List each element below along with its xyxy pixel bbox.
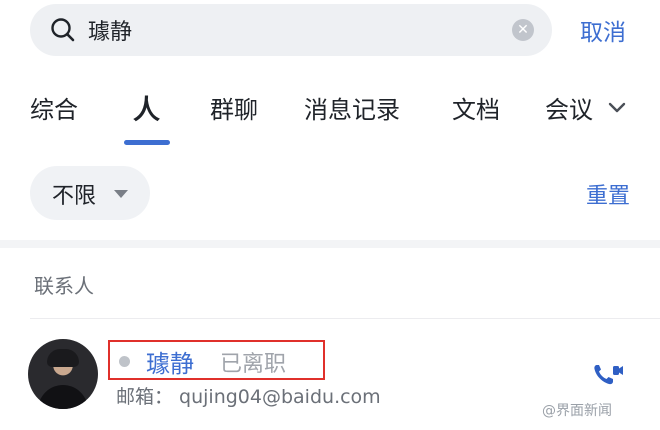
presence-status-dot	[119, 356, 130, 367]
caret-down-icon	[114, 190, 128, 198]
filter-dropdown[interactable]: 不限	[30, 166, 150, 220]
tab-message-history[interactable]: 消息记录	[304, 90, 400, 125]
avatar	[28, 339, 98, 409]
section-title: 联系人	[34, 274, 94, 298]
highlight-annotation-box	[108, 340, 325, 380]
tab-meetings[interactable]: 会议	[545, 90, 597, 125]
reset-button[interactable]: 重置	[586, 178, 630, 210]
clear-search-icon[interactable]: ✕	[512, 19, 534, 41]
tab-people[interactable]: 人	[133, 88, 160, 127]
tab-comprehensive[interactable]: 综合	[30, 90, 78, 125]
search-icon	[51, 18, 75, 42]
tab-group-chats[interactable]: 群聊	[210, 90, 258, 125]
resigned-status-tag: 已离职	[220, 352, 287, 377]
active-tab-indicator	[124, 140, 170, 145]
contact-name: 璩静	[146, 350, 194, 378]
avatar-hair	[47, 349, 79, 367]
chevron-down-icon[interactable]	[606, 100, 628, 116]
avatar-body	[38, 385, 88, 409]
video-call-icon[interactable]	[592, 361, 624, 389]
tab-documents[interactable]: 文档	[452, 90, 500, 125]
search-bar: ✕	[30, 4, 552, 56]
search-category-tabs: 综合 人 群聊 消息记录 文档 会议	[0, 84, 660, 154]
search-input[interactable]	[88, 12, 508, 48]
section-divider	[0, 240, 660, 248]
contact-email: 邮箱： qujing04@baidu.com	[116, 386, 381, 408]
watermark: @界面新闻	[542, 403, 612, 419]
cancel-button[interactable]: 取消	[580, 12, 626, 48]
filter-label: 不限	[52, 184, 97, 209]
